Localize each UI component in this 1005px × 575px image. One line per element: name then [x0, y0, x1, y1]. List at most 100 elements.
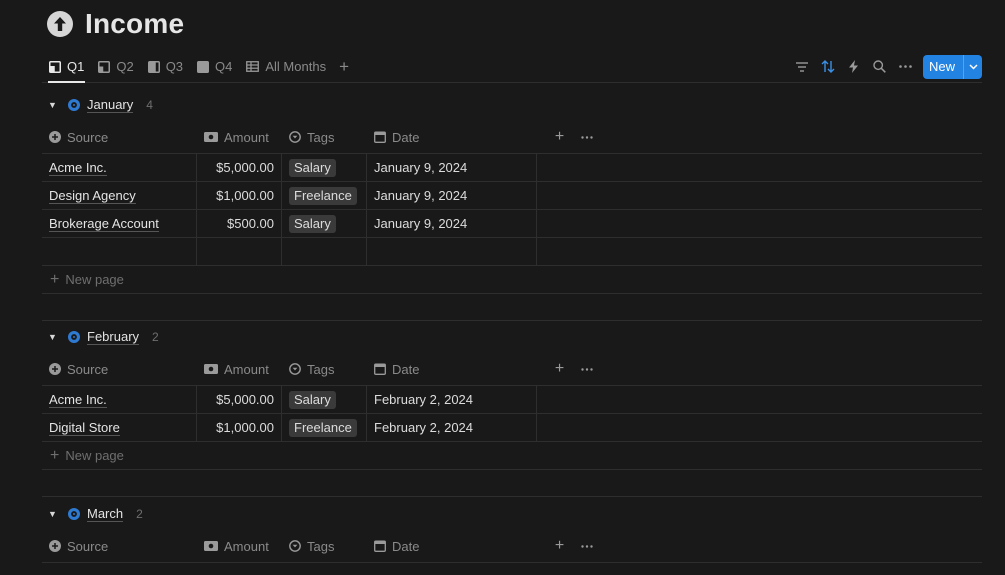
cell-amount[interactable]: $5,000.00	[197, 154, 282, 181]
cell-tags[interactable]: Salary	[282, 154, 367, 181]
column-header-date[interactable]: Date	[367, 121, 537, 153]
cell-date[interactable]: January 9, 2024	[367, 210, 537, 237]
source-link[interactable]: Acme Inc.	[49, 392, 107, 408]
cell-tags[interactable]: Freelance	[282, 182, 367, 209]
column-header-date[interactable]: Date	[367, 353, 537, 385]
automation-button[interactable]	[841, 55, 867, 79]
more-button[interactable]	[893, 55, 919, 79]
table-header: Source Amount Tags Date +	[42, 121, 982, 154]
column-label: Date	[392, 129, 420, 145]
column-header-tags[interactable]: Tags	[282, 121, 367, 153]
column-label: Source	[67, 361, 109, 377]
arrow-up-circle-icon[interactable]	[47, 11, 73, 37]
more-icon[interactable]	[573, 135, 600, 139]
column-header-amount[interactable]: Amount	[197, 530, 282, 562]
sort-button[interactable]	[815, 55, 841, 79]
source-link[interactable]: Digital Store	[49, 420, 120, 436]
cell-source[interactable]: Acme Inc.	[42, 386, 197, 413]
table-row[interactable]: Acme Inc. $5,000.00 Salary February 2, 2…	[42, 386, 982, 414]
money-icon	[204, 541, 218, 551]
new-page-label: New page	[65, 272, 124, 287]
cell-source[interactable]: Digital Store	[42, 414, 197, 441]
tab-q1[interactable]: Q1	[42, 51, 91, 83]
source-link[interactable]: Design Agency	[49, 188, 136, 204]
group-name[interactable]: March	[87, 506, 124, 522]
cell-source[interactable]: Acme Inc.	[42, 154, 197, 181]
tab-all-months[interactable]: All Months	[239, 51, 333, 82]
tab-q2[interactable]: Q2	[91, 51, 140, 82]
new-page-button[interactable]: + New page	[42, 266, 982, 294]
collapse-toggle-icon[interactable]: ▼	[48, 100, 60, 110]
tab-q3[interactable]: Q3	[141, 51, 190, 82]
tab-label: Q4	[215, 59, 233, 74]
add-property-icon[interactable]: +	[546, 537, 573, 555]
group-name[interactable]: January	[87, 97, 134, 113]
cell-date[interactable]: February 2, 2024	[367, 386, 537, 413]
cell-date[interactable]: February 2, 2024	[367, 414, 537, 441]
column-label: Amount	[224, 538, 269, 554]
calendar-icon	[374, 363, 386, 375]
status-icon	[68, 99, 80, 111]
board-icon	[98, 60, 111, 73]
cell-tags[interactable]: Salary	[282, 210, 367, 237]
cell-amount[interactable]: $500.00	[197, 210, 282, 237]
calculation-row[interactable]	[42, 294, 982, 321]
tag-badge: Salary	[289, 158, 336, 177]
cell-source[interactable]: Design Agency	[42, 182, 197, 209]
cell-amount[interactable]	[197, 238, 282, 265]
column-header-amount[interactable]: Amount	[197, 121, 282, 153]
cell-amount[interactable]: $5,000.00	[197, 386, 282, 413]
source-link[interactable]: Acme Inc.	[49, 160, 107, 176]
table-row[interactable]: Digital Store $1,000.00 Freelance Februa…	[42, 414, 982, 442]
column-header-source[interactable]: Source	[42, 530, 197, 562]
table-row[interactable]: Acme Inc. $5,000.00 Salary January 9, 20…	[42, 154, 982, 182]
plus-icon: +	[50, 446, 60, 464]
cell-date[interactable]: January 9, 2024	[367, 154, 537, 181]
cell-source[interactable]	[42, 238, 197, 265]
plus-circle-icon	[49, 540, 61, 552]
filter-button[interactable]	[789, 55, 815, 79]
collapse-toggle-icon[interactable]: ▼	[48, 509, 60, 519]
table-row-empty[interactable]	[42, 238, 982, 266]
calculation-row[interactable]	[42, 470, 982, 497]
table-row[interactable]: Brokerage Account $500.00 Salary January…	[42, 210, 982, 238]
column-header-source[interactable]: Source	[42, 121, 197, 153]
cell-tags[interactable]	[282, 238, 367, 265]
group-count: 2	[136, 507, 143, 521]
more-icon[interactable]	[573, 367, 600, 371]
column-header-tags[interactable]: Tags	[282, 353, 367, 385]
select-icon	[289, 363, 301, 375]
column-label: Tags	[307, 129, 335, 145]
tab-q4[interactable]: Q4	[190, 51, 239, 82]
search-button[interactable]	[867, 55, 893, 79]
cell-tags[interactable]: Freelance	[282, 414, 367, 441]
automation-icon	[849, 60, 859, 73]
add-view-button[interactable]: +	[333, 51, 355, 82]
cell-source[interactable]: Brokerage Account	[42, 210, 197, 237]
cell-date[interactable]	[367, 238, 537, 265]
collapse-toggle-icon[interactable]: ▼	[48, 332, 60, 342]
more-icon[interactable]	[573, 544, 600, 548]
cell-amount[interactable]: $1,000.00	[197, 414, 282, 441]
column-header-amount[interactable]: Amount	[197, 353, 282, 385]
group-name[interactable]: February	[87, 329, 140, 345]
plus-circle-icon	[49, 363, 61, 375]
new-page-button[interactable]: + New page	[42, 442, 982, 470]
select-icon	[289, 131, 301, 143]
column-header-tags[interactable]: Tags	[282, 530, 367, 562]
add-property-icon[interactable]: +	[546, 360, 573, 378]
table-header: Source Amount Tags Date +	[42, 353, 982, 386]
column-header-source[interactable]: Source	[42, 353, 197, 385]
column-label: Amount	[224, 129, 269, 145]
column-header-date[interactable]: Date	[367, 530, 537, 562]
add-property-icon[interactable]: +	[546, 128, 573, 146]
new-button-label[interactable]: New	[923, 55, 963, 79]
cell-date[interactable]: January 9, 2024	[367, 182, 537, 209]
new-dropdown-button[interactable]	[963, 54, 982, 79]
table-row[interactable]: Design Agency $1,000.00 Freelance Januar…	[42, 182, 982, 210]
new-button[interactable]: New	[922, 54, 982, 79]
calendar-icon	[374, 540, 386, 552]
source-link[interactable]: Brokerage Account	[49, 216, 159, 232]
cell-tags[interactable]: Salary	[282, 386, 367, 413]
cell-amount[interactable]: $1,000.00	[197, 182, 282, 209]
